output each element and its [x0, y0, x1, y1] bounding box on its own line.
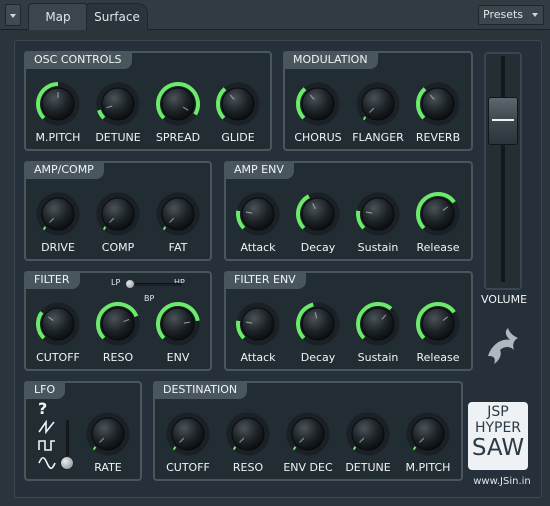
- chevron-down-icon: [532, 13, 538, 17]
- filter-bp-label: BP: [144, 294, 155, 303]
- knob-dest-envdec[interactable]: [285, 411, 331, 457]
- knob-filterenv-release[interactable]: [415, 301, 461, 347]
- knob-osc-mpitch[interactable]: [35, 81, 81, 127]
- volume-label: VOLUME: [480, 293, 528, 306]
- brand-url: www.JSin.in: [473, 476, 531, 487]
- knob-filterenv-decay[interactable]: [295, 301, 341, 347]
- brand-logo: JSP HYPER SAW: [468, 402, 528, 470]
- presets-dropdown[interactable]: Presets: [478, 5, 544, 25]
- knob-label: GLIDE: [221, 131, 255, 144]
- tab-surface[interactable]: Surface: [86, 3, 148, 30]
- panel-title: FILTER ENV: [224, 271, 306, 289]
- knob-amp-comp[interactable]: [95, 191, 141, 237]
- knob-label: RATE: [94, 461, 122, 474]
- knob-label: FAT: [168, 241, 188, 254]
- knob-label: Release: [416, 241, 460, 254]
- panel-title: FILTER: [24, 271, 80, 289]
- panel-title: OSC CONTROLS: [24, 51, 132, 69]
- knob-filterenv-attack[interactable]: [235, 301, 281, 347]
- filter-lp-label: LP: [111, 278, 121, 287]
- knob-amp-drive[interactable]: [35, 191, 81, 237]
- panel-title: MODULATION: [283, 51, 378, 69]
- sine-wave-icon[interactable]: [38, 456, 56, 470]
- knob-filterenv-sustain[interactable]: [355, 301, 401, 347]
- square-wave-icon[interactable]: [38, 438, 56, 452]
- knob-mod-chorus[interactable]: [295, 81, 341, 127]
- knob-filter-cutoff[interactable]: [35, 301, 81, 347]
- knob-label: ENV: [166, 351, 190, 364]
- knob-label: REVERB: [415, 131, 461, 144]
- knob-osc-detune[interactable]: [95, 81, 141, 127]
- knob-filter-reso[interactable]: [95, 301, 141, 347]
- volume-fader[interactable]: [488, 97, 518, 145]
- knob-mod-reverb[interactable]: [415, 81, 461, 127]
- knob-dest-reso[interactable]: [225, 411, 271, 457]
- knob-dest-mpitch[interactable]: [405, 411, 451, 457]
- panel-title: AMP/COMP: [24, 161, 104, 179]
- panel-title: AMP ENV: [224, 161, 294, 179]
- brand-line-3: SAW: [471, 435, 525, 461]
- panel-title: DESTINATION: [153, 381, 248, 399]
- brand-line-2: HYPER: [474, 420, 522, 436]
- bird-logo-icon: [488, 328, 518, 364]
- presets-label: Presets: [483, 8, 524, 21]
- knob-osc-glide[interactable]: [215, 81, 261, 127]
- knob-mod-flanger[interactable]: [355, 81, 401, 127]
- volume-track[interactable]: [501, 56, 505, 282]
- filter-mode-switch[interactable]: [125, 279, 135, 289]
- knob-dest-detune[interactable]: [345, 411, 391, 457]
- knob-osc-spread[interactable]: [155, 81, 201, 127]
- knob-lfo-rate[interactable]: [85, 411, 131, 457]
- knob-filter-env[interactable]: [155, 301, 201, 347]
- knob-amp-fat[interactable]: [155, 191, 201, 237]
- menu-dropdown-button[interactable]: [5, 4, 21, 26]
- tab-map[interactable]: Map: [28, 3, 88, 30]
- lfo-shape-slider-handle[interactable]: [60, 456, 74, 470]
- brand-line-1: JSP: [487, 404, 509, 420]
- knob-ampenv-attack[interactable]: [235, 191, 281, 237]
- panel-title: LFO: [24, 381, 66, 399]
- knob-label: Release: [416, 351, 460, 364]
- knob-ampenv-release[interactable]: [415, 191, 461, 237]
- top-bar: Map Surface Presets: [0, 0, 550, 30]
- knob-ampenv-sustain[interactable]: [355, 191, 401, 237]
- saw-wave-icon[interactable]: [38, 420, 56, 434]
- knob-dest-cutoff[interactable]: [165, 411, 211, 457]
- chevron-down-icon: [10, 14, 16, 18]
- knob-label: M.PITCH: [405, 461, 451, 474]
- knob-ampenv-decay[interactable]: [295, 191, 341, 237]
- random-icon[interactable]: ?: [38, 401, 56, 417]
